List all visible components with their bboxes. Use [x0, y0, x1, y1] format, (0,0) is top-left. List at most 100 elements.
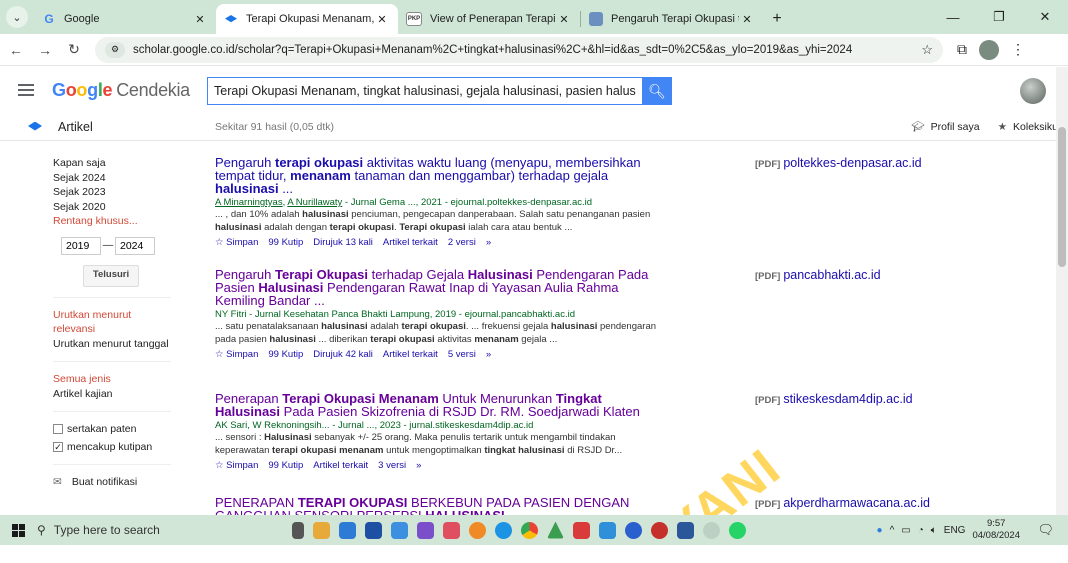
site-info-icon[interactable]: ⚙	[105, 41, 125, 58]
word-icon[interactable]	[677, 521, 694, 539]
sort-date[interactable]: Urutkan menurut tanggal	[53, 337, 175, 352]
app-icon[interactable]	[443, 521, 460, 539]
year-to-input[interactable]	[115, 236, 155, 255]
whatsapp-icon[interactable]	[729, 521, 746, 539]
bookmark-star-icon[interactable]: ☆	[921, 42, 933, 58]
battery-icon[interactable]: ▭	[901, 525, 910, 536]
maximize-button[interactable]: ❐	[976, 0, 1022, 34]
windows-start-icon[interactable]	[12, 523, 25, 537]
result-action-link[interactable]: ☆ Simpan	[215, 237, 258, 248]
taskbar-search[interactable]: ⚲ Type here to search	[37, 523, 237, 537]
tab-pkp[interactable]: PKP View of Penerapan Terapi Okup ✕	[398, 4, 580, 34]
pdf-link[interactable]: [PDF] pancabhakti.ac.id	[755, 268, 881, 282]
profile-avatar[interactable]	[979, 39, 999, 60]
pdf-link[interactable]: [PDF] stikeskesdam4dip.ac.id	[755, 392, 913, 406]
close-icon[interactable]: ✕	[192, 13, 208, 26]
search-input[interactable]	[207, 77, 642, 105]
close-window-button[interactable]: ✕	[1022, 0, 1068, 34]
volume-icon[interactable]: 🔈︎	[931, 525, 937, 536]
include-patents-checkbox[interactable]: sertakan paten	[53, 422, 175, 437]
time-any[interactable]: Kapan saja	[53, 156, 175, 171]
app-icon[interactable]	[547, 521, 564, 539]
close-icon[interactable]: ✕	[374, 13, 390, 26]
result-title-link[interactable]: Pengaruh terapi okupasi aktivitas waktu …	[215, 156, 665, 195]
sort-relevance[interactable]: Urutkan menurut relevansi	[53, 308, 175, 337]
result-title-link[interactable]: Pengaruh Terapi Okupasi terhadap Gejala …	[215, 268, 665, 307]
forward-button[interactable]: →	[32, 37, 58, 63]
tab-search-button[interactable]: ⌄	[0, 0, 34, 34]
apply-range-button[interactable]: Telusuri	[83, 264, 139, 287]
chrome-icon[interactable]	[521, 521, 538, 539]
back-button[interactable]: ←	[3, 37, 29, 63]
app-icon[interactable]	[703, 521, 720, 539]
close-icon[interactable]: ✕	[556, 13, 572, 26]
type-review[interactable]: Artikel kajian	[53, 387, 175, 402]
create-alert-link[interactable]: ✉ Buat notifikasi	[53, 475, 175, 490]
profile-link[interactable]: 🎓︎ Profil saya	[911, 120, 979, 133]
checkbox-empty[interactable]	[53, 424, 63, 435]
result-action-link[interactable]: Artikel terkait	[313, 460, 368, 471]
clock[interactable]: 9:57 04/08/2024	[972, 518, 1020, 542]
type-all[interactable]: Semua jenis	[53, 372, 175, 387]
new-tab-button[interactable]: +	[763, 4, 791, 34]
result-action-link[interactable]: »	[486, 349, 491, 360]
hamburger-menu-icon[interactable]	[18, 84, 34, 96]
result-action-link[interactable]: 99 Kutip	[268, 460, 303, 471]
scrollbar-thumb[interactable]	[1058, 127, 1066, 267]
result-action-link[interactable]: 99 Kutip	[268, 349, 303, 360]
app-icon[interactable]	[651, 521, 668, 539]
app-icon[interactable]	[469, 521, 486, 539]
result-action-link[interactable]: Artikel terkait	[383, 349, 438, 360]
app-icon[interactable]	[339, 521, 356, 539]
extensions-icon[interactable]: ⧉	[957, 41, 967, 58]
task-view-icon[interactable]	[292, 521, 304, 539]
pdf-link[interactable]: [PDF] poltekkes-denpasar.ac.id	[755, 156, 922, 170]
app-icon[interactable]	[391, 521, 408, 539]
tab-google[interactable]: G Google ✕	[34, 4, 216, 34]
url-text[interactable]: scholar.google.co.id/scholar?q=Terapi+Ok…	[133, 44, 921, 56]
library-link[interactable]: ★ Koleksiku	[998, 121, 1058, 133]
app-icon[interactable]	[599, 521, 616, 539]
app-icon[interactable]	[417, 521, 434, 539]
chevron-up-icon[interactable]: ^	[890, 525, 895, 536]
custom-range[interactable]: Rentang khusus...	[53, 214, 175, 229]
minimize-button[interactable]: —	[930, 0, 976, 34]
year-from-input[interactable]	[61, 236, 101, 255]
tray-app-icon[interactable]: ●	[877, 525, 883, 536]
checkbox-checked[interactable]: ✓	[53, 441, 63, 452]
result-action-link[interactable]: »	[486, 237, 491, 248]
result-action-link[interactable]: 5 versi	[448, 349, 476, 360]
user-avatar[interactable]	[1020, 78, 1046, 104]
result-action-link[interactable]: 99 Kutip	[268, 237, 303, 248]
close-icon[interactable]: ✕	[739, 13, 755, 26]
app-icon[interactable]	[573, 521, 590, 539]
result-action-link[interactable]: Dirujuk 42 kali	[313, 349, 373, 360]
time-since-2023[interactable]: Sejak 2023	[53, 185, 175, 200]
language-indicator[interactable]: ENG	[944, 525, 966, 536]
result-action-link[interactable]: Dirujuk 13 kali	[313, 237, 373, 248]
page-scrollbar[interactable]	[1056, 67, 1068, 515]
tab-pengaruh[interactable]: Pengaruh Terapi Okupasi terha ✕	[581, 4, 763, 34]
result-title-link[interactable]: Penerapan Terapi Okupasi Menanam Untuk M…	[215, 392, 665, 418]
search-button[interactable]: 🔍︎	[642, 77, 672, 105]
result-action-link[interactable]: ☆ Simpan	[215, 349, 258, 360]
result-action-link[interactable]: »	[416, 460, 421, 471]
time-since-2024[interactable]: Sejak 2024	[53, 171, 175, 186]
result-action-link[interactable]: ☆ Simpan	[215, 460, 258, 471]
menu-dots-icon[interactable]: ⋮	[1011, 41, 1025, 58]
app-icon[interactable]	[495, 521, 512, 539]
tab-scholar[interactable]: Terapi Okupasi Menanam, tingk ✕	[216, 4, 398, 34]
time-since-2020[interactable]: Sejak 2020	[53, 200, 175, 215]
app-icon[interactable]	[365, 521, 382, 539]
include-citations-checkbox[interactable]: ✓ mencakup kutipan	[53, 440, 175, 455]
network-icon[interactable]: ◔	[918, 525, 924, 536]
address-bar[interactable]: ⚙ scholar.google.co.id/scholar?q=Terapi+…	[95, 36, 943, 63]
result-action-link[interactable]: 2 versi	[448, 237, 476, 248]
app-icon[interactable]	[313, 521, 330, 539]
notifications-icon[interactable]: 🗨︎	[1037, 522, 1054, 538]
result-action-link[interactable]: Artikel terkait	[383, 237, 438, 248]
app-icon[interactable]	[625, 521, 642, 539]
reload-button[interactable]: ↻	[61, 37, 87, 63]
result-action-link[interactable]: 3 versi	[378, 460, 406, 471]
pdf-link[interactable]: [PDF] akperdharmawacana.ac.id	[755, 496, 930, 510]
